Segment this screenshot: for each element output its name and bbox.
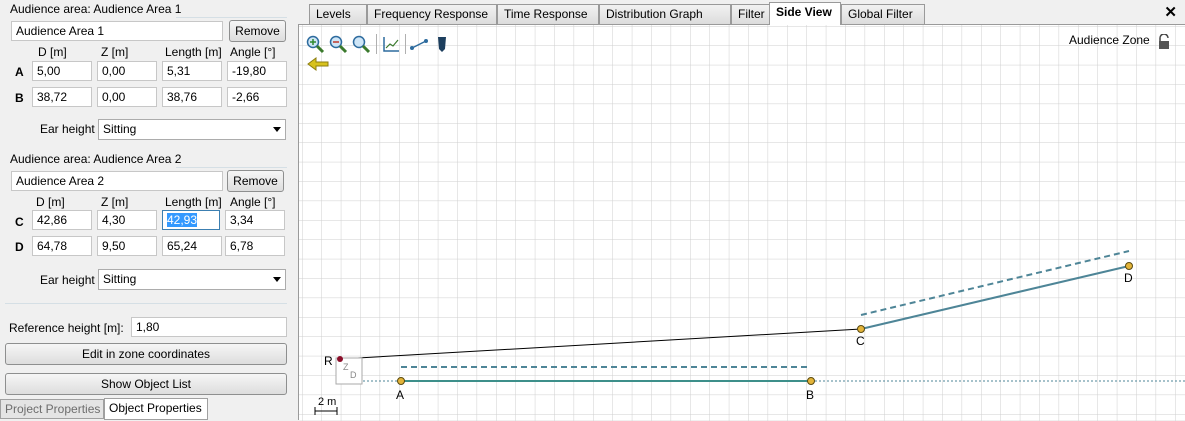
section-divider (5, 303, 287, 304)
area2-d-length-field[interactable]: 65,24 (162, 236, 222, 256)
area2-d-d-field[interactable]: 64,78 (32, 236, 92, 256)
area2-row-c-label: C (15, 215, 24, 229)
area1-a-length-field[interactable]: 5,31 (162, 61, 222, 81)
area2-row-d-label: D (15, 240, 24, 254)
chevron-down-icon (273, 277, 281, 282)
area1-ear-height-value: Sitting (103, 122, 137, 136)
area1-a-angle-field[interactable]: -19,80 (227, 61, 287, 81)
area1-a-z-field[interactable]: 0,00 (97, 61, 157, 81)
close-icon[interactable]: ✕ (1164, 3, 1177, 21)
tab-object-properties[interactable]: Object Properties (104, 398, 208, 420)
area1-col-length: Length [m] (165, 45, 222, 59)
area1-title: Audience area: Audience Area 1 (10, 2, 182, 16)
area2-c-d-field[interactable]: 42,86 (32, 210, 92, 230)
edit-zone-coordinates-button[interactable]: Edit in zone coordinates (5, 343, 287, 365)
chevron-down-icon (273, 127, 281, 132)
zone-label: Audience Zone (1069, 33, 1150, 47)
back-arrow-icon[interactable] (306, 56, 329, 72)
zoom-out-icon[interactable] (328, 34, 348, 54)
area2-c-length-selected-text: 42,93 (167, 213, 198, 227)
area2-name-field[interactable]: Audience Area 2 (11, 171, 223, 191)
show-object-list-button[interactable]: Show Object List (5, 373, 287, 395)
area1-col-angle: Angle [°] (230, 45, 276, 59)
point-b[interactable] (807, 377, 815, 385)
area1-b-z-field[interactable]: 0,00 (97, 87, 157, 107)
zoom-fit-icon[interactable] (351, 34, 371, 54)
area2-remove-button[interactable]: Remove (227, 170, 284, 192)
grid (299, 25, 1185, 421)
point-c[interactable] (857, 325, 865, 333)
point-a[interactable] (397, 377, 405, 385)
area1-col-z: Z [m] (101, 45, 129, 59)
origin-d-label: D (350, 370, 357, 380)
point-r[interactable] (337, 356, 343, 362)
area2-c-length-field[interactable]: 42,93 (162, 210, 220, 230)
area2-c-z-field[interactable]: 4,30 (97, 210, 157, 230)
reference-height-label: Reference height [m]: (9, 321, 124, 335)
area2-ear-height-value: Sitting (103, 272, 137, 286)
area1-divider (176, 17, 287, 18)
area1-b-angle-field[interactable]: -2,66 (227, 87, 287, 107)
area1-name-field[interactable]: Audience Area 1 (11, 21, 223, 41)
area2-d-z-field[interactable]: 9,50 (97, 236, 157, 256)
area1-b-length-field[interactable]: 38,76 (162, 87, 222, 107)
toolbar-separator (405, 34, 406, 54)
label-r: R (324, 354, 333, 368)
area2-title: Audience area: Audience Area 2 (10, 152, 182, 166)
area2-ear-height-label: Ear height (40, 273, 95, 287)
tab-side-view[interactable]: Side View (769, 2, 841, 25)
tab-distribution-graph[interactable]: Distribution Graph (599, 4, 731, 24)
object-properties-panel: Audience area: Audience Area 1 Audience … (0, 0, 293, 420)
label-c: C (856, 334, 865, 348)
area2-col-angle: Angle [°] (230, 195, 276, 209)
tab-time-response[interactable]: Time Response (497, 4, 599, 24)
splitter[interactable] (293, 0, 297, 420)
area1-a-d-field[interactable]: 5,00 (32, 61, 92, 81)
area1-remove-button[interactable]: Remove (229, 20, 286, 42)
area1-col-d: D [m] (38, 45, 67, 59)
view-tab-strip: Levels Frequency Response Time Response … (297, 0, 1185, 25)
tab-project-properties[interactable]: Project Properties (0, 399, 104, 419)
point-d[interactable] (1125, 262, 1133, 270)
area1-b-d-field[interactable]: 38,72 (32, 87, 92, 107)
toolbar-separator (376, 34, 377, 54)
side-view-svg: Z D A B C D R 2 m (299, 25, 1185, 421)
axes-icon[interactable] (381, 34, 401, 54)
zoom-in-icon[interactable] (305, 34, 325, 54)
reference-height-field[interactable]: 1,80 (131, 317, 287, 337)
area2-d-angle-field[interactable]: 6,78 (225, 236, 285, 256)
tab-global-filter[interactable]: Global Filter (841, 4, 925, 24)
origin-z-label: Z (343, 362, 349, 372)
label-d: D (1124, 271, 1133, 285)
tab-frequency-response[interactable]: Frequency Response (367, 4, 497, 24)
scale-label: 2 m (318, 396, 336, 408)
speaker-icon[interactable] (432, 34, 452, 54)
label-b: B (806, 388, 814, 402)
area1-row-a-label: A (15, 65, 24, 79)
lock-icon[interactable] (1157, 33, 1171, 50)
area1-ear-height-label: Ear height (40, 122, 95, 136)
area2-col-length: Length [m] (165, 195, 222, 209)
area2-divider (176, 167, 287, 168)
label-a: A (396, 388, 404, 402)
line-tool-icon[interactable] (409, 34, 429, 54)
tab-levels[interactable]: Levels (309, 4, 367, 24)
area1-ear-height-select[interactable]: Sitting (98, 119, 286, 140)
area1-row-b-label: B (15, 91, 24, 105)
area2-ear-height-select[interactable]: Sitting (98, 269, 286, 290)
area2-col-d: D [m] (36, 195, 65, 209)
area2-col-z: Z [m] (101, 195, 129, 209)
side-view-canvas[interactable]: Z D A B C D R 2 m (298, 24, 1185, 421)
area2-c-angle-field[interactable]: 3,34 (225, 210, 285, 230)
tab-filter[interactable]: Filter (731, 4, 771, 24)
